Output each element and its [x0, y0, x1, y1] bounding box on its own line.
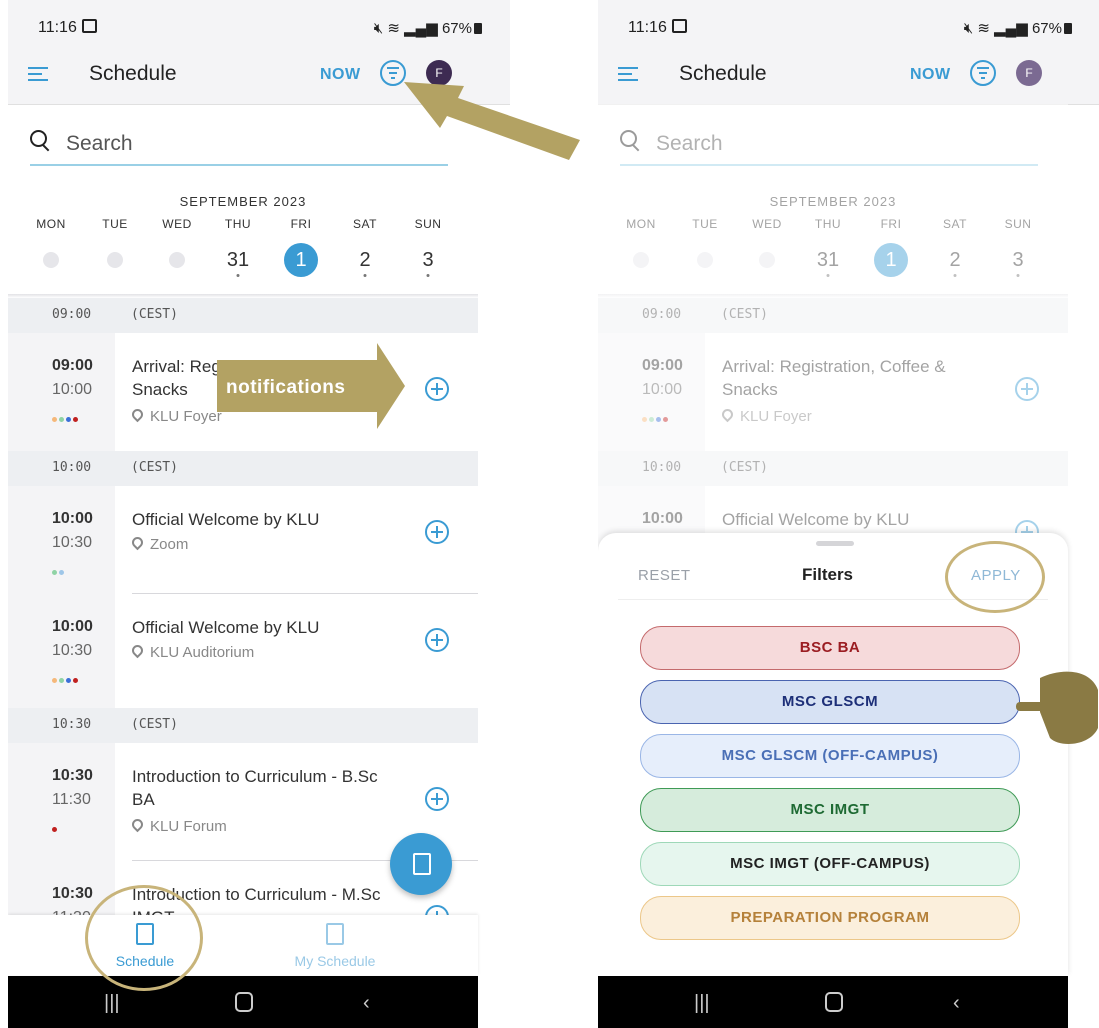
annotation-layer	[217, 82, 1098, 744]
annotation-notifications-label: notifications	[226, 377, 346, 398]
annotation-circle-apply	[945, 541, 1045, 613]
annotation-arrow-to-filter	[404, 82, 580, 160]
pointing-hand-icon	[1016, 671, 1098, 744]
annotation-circle-schedule-tab	[85, 885, 203, 991]
